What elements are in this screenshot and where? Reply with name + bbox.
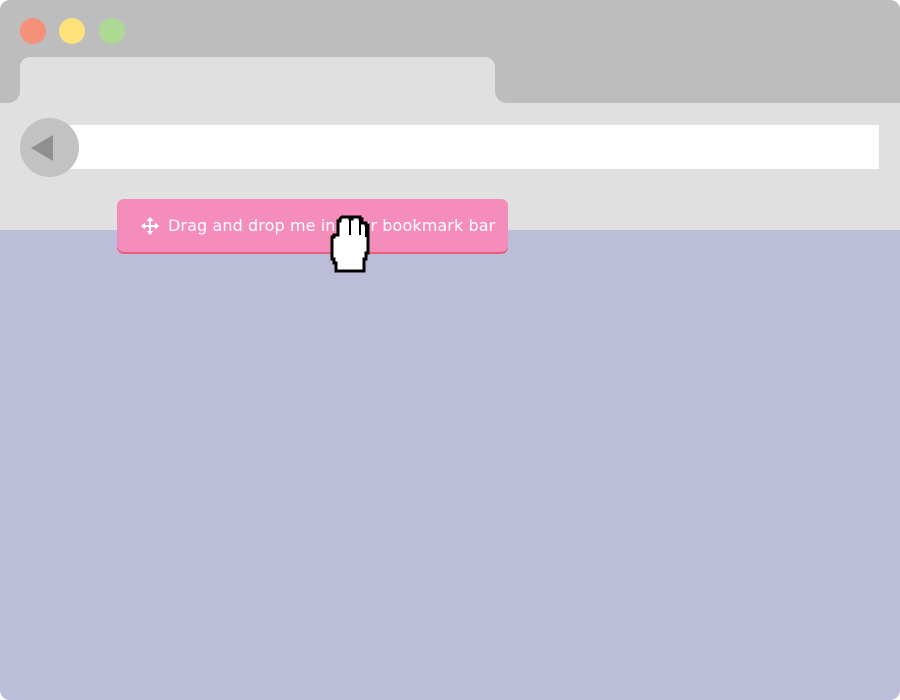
bookmarklet-button[interactable]: Drag and drop me in your bookmark bar [117,199,508,252]
maximize-window-button[interactable] [99,18,125,44]
minimize-window-button[interactable] [59,18,85,44]
browser-window: Drag and drop me in your bookmark bar [0,0,900,700]
bookmarklet-label: Drag and drop me in your bookmark bar [168,216,496,235]
tab-corner-right [495,83,515,103]
back-arrow-icon [31,135,53,161]
back-button[interactable] [20,118,79,177]
address-bar[interactable] [49,125,879,169]
close-window-button[interactable] [20,18,46,44]
active-tab[interactable] [20,57,495,107]
move-arrows-icon [141,216,159,235]
tab-corner-left [0,83,20,103]
page-content [0,230,900,700]
